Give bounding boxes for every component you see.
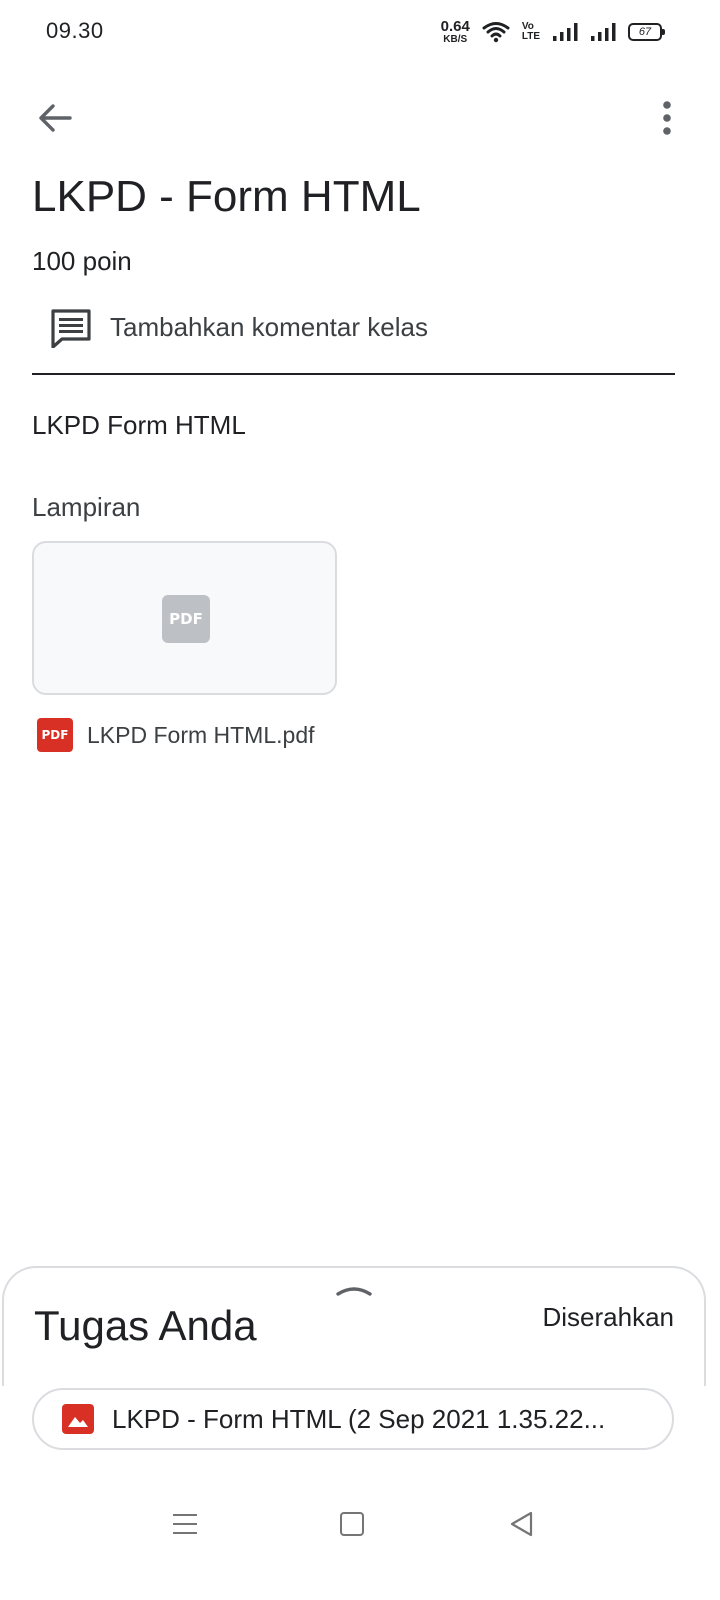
- network-speed: 0.64 KB/S: [441, 19, 470, 45]
- attachment-card[interactable]: PDF: [32, 541, 337, 695]
- assignment-description: LKPD Form HTML: [32, 410, 246, 440]
- comment-icon: [51, 309, 91, 348]
- attachment-file-name: LKPD Form HTML.pdf: [87, 721, 315, 748]
- submission-status: Diserahkan: [542, 1302, 674, 1332]
- battery-icon: 67: [628, 23, 665, 41]
- chevron-up-icon[interactable]: [334, 1282, 374, 1298]
- assignment-title: LKPD - Form HTML: [32, 172, 421, 221]
- recent-apps-icon[interactable]: [172, 1510, 198, 1538]
- status-icons: 0.64 KB/S Vo LTE 67: [441, 18, 665, 46]
- back-button[interactable]: [32, 95, 78, 141]
- submitted-file-name: LKPD - Form HTML (2 Sep 2021 1.35.22...: [112, 1403, 606, 1434]
- signal-icon-1: [553, 23, 578, 41]
- volte-icon: Vo LTE: [522, 22, 540, 42]
- nav-back-icon[interactable]: [508, 1510, 534, 1538]
- add-class-comment-button[interactable]: Tambahkan komentar kelas: [32, 300, 675, 375]
- volte-bottom: LTE: [521, 31, 540, 42]
- pdf-thumbnail-icon: PDF: [162, 595, 210, 643]
- attachment-file-row[interactable]: PDF LKPD Form HTML.pdf: [37, 718, 315, 752]
- arrow-back-icon: [39, 104, 72, 132]
- status-bar: 09.30 0.64 KB/S Vo LTE 67: [0, 0, 720, 64]
- wifi-icon: [482, 22, 510, 43]
- class-comment-label: Tambahkan komentar kelas: [110, 312, 428, 342]
- pdf-file-icon: PDF: [37, 718, 73, 752]
- more-vert-icon: [663, 101, 671, 135]
- status-time: 09.30: [46, 18, 104, 43]
- network-speed-value: 0.64: [440, 18, 470, 35]
- submitted-file-chip[interactable]: LKPD - Form HTML (2 Sep 2021 1.35.22...: [32, 1388, 674, 1450]
- network-speed-unit: KB/S: [443, 34, 468, 45]
- your-work-sheet[interactable]: Tugas Anda Diserahkan: [2, 1266, 706, 1386]
- system-navigation-bar: [0, 1490, 720, 1560]
- attachments-heading: Lampiran: [32, 492, 141, 522]
- more-options-button[interactable]: [652, 95, 682, 141]
- home-icon[interactable]: [340, 1512, 364, 1536]
- assignment-detail-screen: 09.30 0.64 KB/S Vo LTE 67 LKPD - Form HT…: [0, 0, 720, 1600]
- signal-icon-2: [591, 23, 616, 41]
- your-work-title: Tugas Anda: [34, 1302, 257, 1349]
- assignment-points: 100 poin: [32, 246, 132, 276]
- image-file-icon: [62, 1404, 94, 1434]
